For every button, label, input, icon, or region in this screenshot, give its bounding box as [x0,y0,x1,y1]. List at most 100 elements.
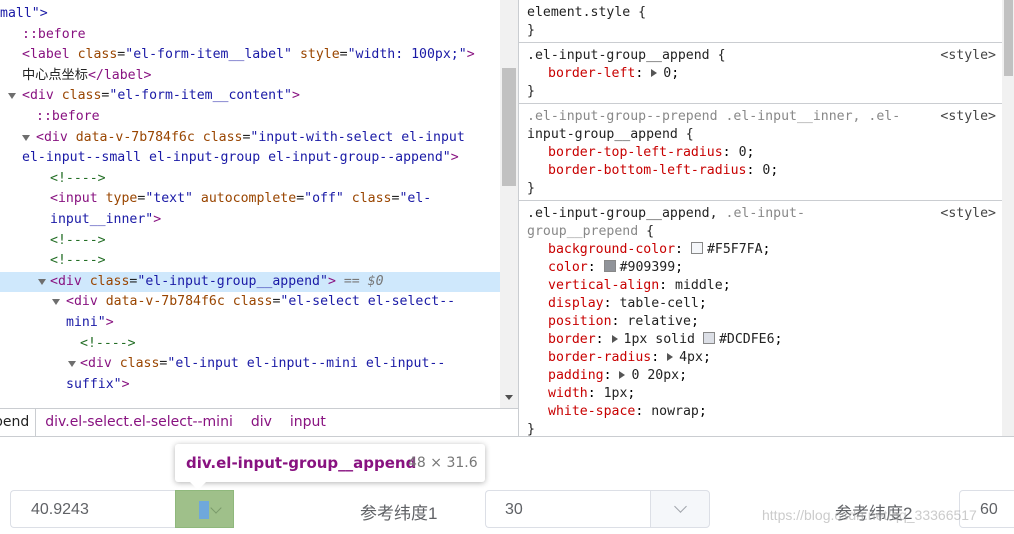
property-value: #909399 [619,260,676,275]
property-name: vertical-align [548,278,660,293]
style-property[interactable]: display: table-cell; [527,295,1002,313]
dom-attr-value: "el-form-item__label" [125,47,292,63]
property-name: border-top-left-radius [548,145,723,160]
rule-selector-dim: .el-input- [717,206,805,221]
style-property[interactable]: border-radius: 4px; [527,349,1002,367]
dom-node[interactable]: <!----> [0,231,500,252]
dom-node[interactable]: mall"> [0,4,500,25]
reference-latitude-1-value: 30 [505,501,523,518]
dom-attr-value: el-input--small el-input-group el-input-… [22,150,451,166]
dom-node[interactable]: <!----> [0,169,500,190]
property-name: display [548,296,604,311]
expand-triangle-icon[interactable] [52,299,60,306]
style-rule[interactable]: .el-input-group--prepend .el-input__inne… [519,104,1002,201]
styles-scrollbar-thumb[interactable] [1004,0,1013,76]
color-swatch-icon[interactable] [690,242,703,254]
highlighted-select-append[interactable] [175,490,234,528]
expand-property-icon[interactable] [611,335,618,343]
dom-node[interactable]: <div data-v-7b784f6c class="el-select el… [0,292,500,313]
devtools-panel: mall">::before <label class="el-form-item… [0,0,1014,437]
expand-property-icon[interactable] [619,371,626,379]
rule-source-link[interactable]: <style> [940,47,996,65]
style-rule-element-style[interactable]: element.style { } [519,0,1002,43]
expand-triangle-icon[interactable] [8,93,16,100]
dom-tag-close: > [466,47,475,63]
elements-scrollbar[interactable] [500,0,518,408]
breadcrumb-item[interactable]: div.el-select.el-select--mini [36,409,242,436]
dom-node[interactable]: <input type="text" autocomplete="off" cl… [0,189,500,210]
style-rule[interactable]: .el-input-group__append {<style> border-l… [519,43,1002,104]
breadcrumb-item[interactable]: pend [0,409,37,436]
style-property[interactable]: border-left: 0; [527,65,1002,83]
reference-latitude-1-select[interactable] [650,490,710,528]
chevron-down-icon[interactable] [210,502,222,514]
dom-node[interactable]: <div class="el-form-item__content"> [0,86,500,107]
reference-latitude-1-input[interactable]: 30 [485,490,650,528]
dom-attr-name: class [119,356,160,372]
dom-node[interactable]: ::before [0,25,500,46]
dom-node[interactable]: 中心点坐标</label> [0,66,500,87]
style-property[interactable]: width: 1px; [527,385,1002,403]
style-property[interactable]: border-bottom-left-radius: 0; [527,162,1002,180]
style-property[interactable]: color: #909399; [527,259,1002,277]
dom-node[interactable]: <label class="el-form-item__label" style… [0,45,500,66]
expand-property-icon[interactable] [651,69,658,77]
scroll-down-arrow-icon[interactable] [505,395,513,400]
dom-node[interactable]: <!----> [0,334,500,355]
dom-text: ::before [22,26,86,42]
watermark: https://blog.csdn.net/qq_33366517 [762,507,977,523]
color-swatch-icon[interactable] [702,332,715,344]
dom-node[interactable]: <!----> [0,251,500,272]
center-coordinate-value: 40.9243 [31,501,89,518]
dom-node[interactable]: input__inner"> [0,210,500,231]
dom-node[interactable]: <div class="el-input el-input--mini el-i… [0,354,500,375]
dom-attr-value: "off" [304,191,344,207]
style-property[interactable]: border: 1px solid #DCDFE6; [527,331,1002,349]
breadcrumb: penddiv.el-select.el-select--minidivinpu… [0,408,518,436]
style-property[interactable]: white-space: nowrap; [527,403,1002,421]
style-property[interactable]: border-top-left-radius: 0; [527,144,1002,162]
dom-node-selected[interactable]: <div class="el-input-group__append"> == … [0,271,500,293]
dom-node[interactable]: mini"> [0,313,500,334]
selected-var: $0 [367,273,384,289]
dom-tree: mall">::before <label class="el-form-item… [0,4,500,395]
center-coordinate-input[interactable]: 40.9243 [10,490,175,528]
chevron-down-icon[interactable] [674,500,687,513]
style-rule[interactable]: .el-input-group__append, .el-input-group… [519,201,1002,436]
dom-node[interactable]: <div data-v-7b784f6c class="input-with-s… [0,128,500,149]
expand-triangle-icon[interactable] [38,278,46,285]
dom-node[interactable]: el-input--small el-input-group el-input-… [0,148,500,169]
reference-latitude-1-label: 参考纬度1 [360,504,438,523]
highlighted-input-overlay [199,501,209,519]
dom-tag-close: > [121,376,130,392]
property-value: nowrap [651,404,699,419]
dom-node[interactable]: ::before [0,107,500,128]
rule-close-brace: } [527,422,535,436]
property-name: white-space [548,404,636,419]
dom-tag-close: > [292,88,300,104]
expand-property-icon[interactable] [667,353,674,361]
expand-triangle-icon[interactable] [68,361,76,368]
breadcrumb-item[interactable]: input [281,409,335,436]
dom-attr-value: "el-input-group__append" [137,273,328,289]
rule-open-brace: { [638,5,647,20]
rule-source-link[interactable]: <style> [940,108,996,126]
dom-node[interactable]: suffix"> [0,375,500,396]
rule-selector: input-group__append [527,127,678,142]
dom-tag-open: <label [22,47,70,63]
breadcrumb-item[interactable]: div [242,409,281,436]
elements-scrollbar-thumb[interactable] [502,68,516,186]
styles-scrollbar[interactable] [1002,0,1014,436]
style-property[interactable]: padding: 0 20px; [527,367,1002,385]
style-property[interactable]: background-color: #F5F7FA; [527,241,1002,259]
style-property[interactable]: position: relative; [527,313,1002,331]
rule-open-brace: { [709,48,726,63]
rule-source-link[interactable]: <style> [940,205,996,223]
color-swatch-icon[interactable] [603,260,616,272]
style-property[interactable]: vertical-align: middle; [527,277,1002,295]
property-name: padding [548,368,604,383]
dom-tag-open: <input [50,191,98,207]
expand-triangle-icon[interactable] [22,134,30,141]
page-form: 40.9243 参考纬度1 30 参考纬度2 60 https://blog.c… [0,437,1014,534]
property-value: 0 [663,66,672,81]
